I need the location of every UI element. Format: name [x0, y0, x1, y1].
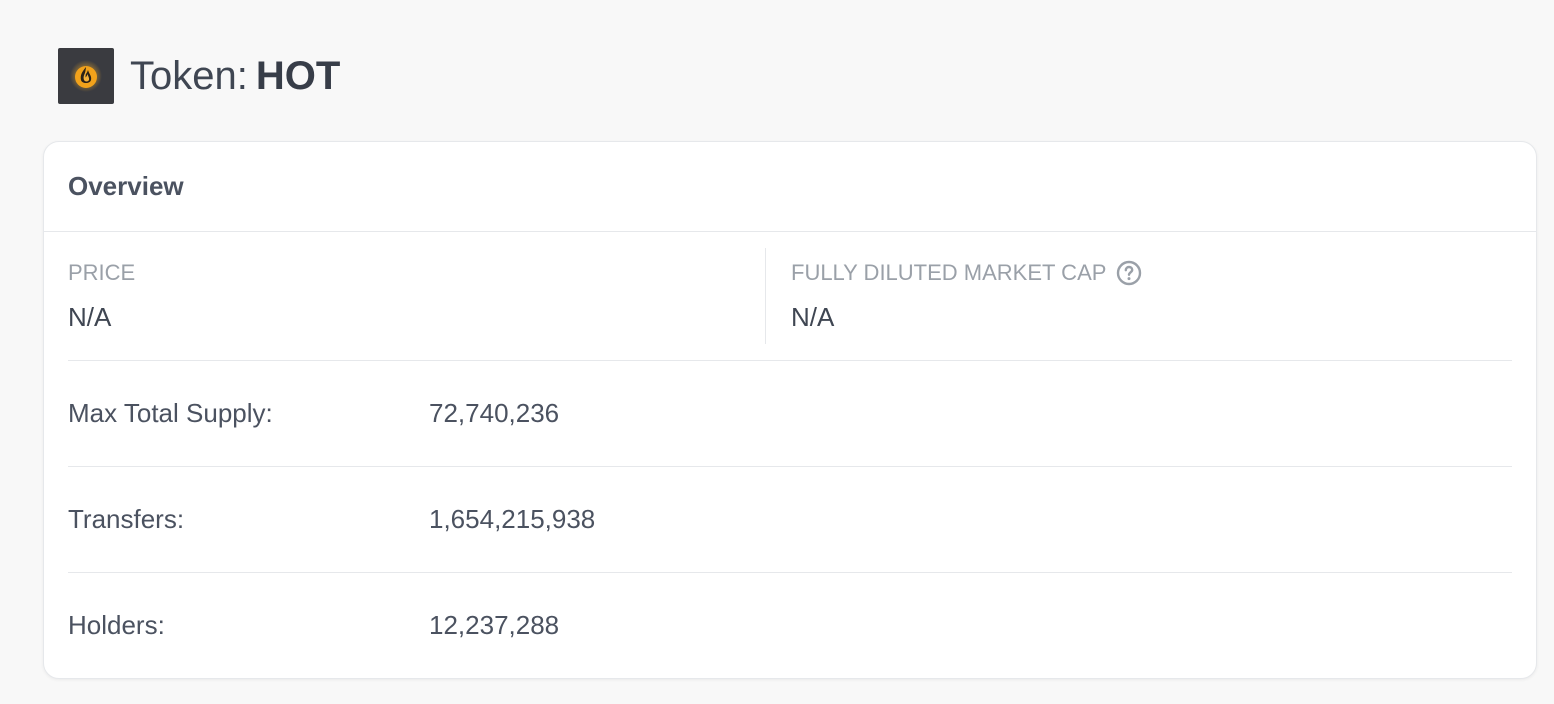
- market-cap-label-row: FULLY DILUTED MARKET CAP: [791, 260, 1142, 286]
- price-stat: PRICE N/A: [68, 248, 766, 344]
- detail-label: Transfers:: [68, 504, 185, 534]
- detail-label: Holders:: [68, 610, 165, 640]
- detail-row-transfers: Transfers: 1,654,215,938: [68, 466, 1512, 572]
- detail-row-holders: Holders: 12,237,288: [68, 572, 1512, 678]
- market-cap-value: N/A: [791, 302, 835, 332]
- overview-card: Overview PRICE N/A FULLY DILUTED MARKET …: [43, 141, 1537, 679]
- card-title: Overview: [68, 171, 184, 201]
- title-prefix: Token:: [130, 54, 248, 98]
- market-cap-stat: FULLY DILUTED MARKET CAP N/A: [766, 248, 1142, 344]
- detail-row-max-total-supply: Max Total Supply: 72,740,236: [68, 360, 1512, 466]
- price-value: N/A: [68, 302, 112, 332]
- page-title: Token: HOT: [130, 48, 340, 104]
- token-details: Max Total Supply: 72,740,236 Transfers: …: [68, 360, 1512, 678]
- question-circle-icon[interactable]: [1116, 260, 1142, 286]
- detail-value: 1,654,215,938: [429, 504, 596, 534]
- detail-value: 12,237,288: [429, 610, 560, 640]
- detail-label: Max Total Supply:: [68, 398, 273, 428]
- overview-card-header: Overview: [44, 142, 1536, 232]
- price-label: PRICE: [68, 260, 136, 285]
- market-cap-label: FULLY DILUTED MARKET CAP: [791, 260, 1107, 285]
- token-symbol: HOT: [255, 54, 341, 98]
- flame-icon: [58, 48, 114, 104]
- price-stats: PRICE N/A FULLY DILUTED MARKET CAP N/A: [68, 248, 1512, 344]
- detail-value: 72,740,236: [429, 398, 560, 428]
- page-header: Token: HOT: [58, 48, 340, 104]
